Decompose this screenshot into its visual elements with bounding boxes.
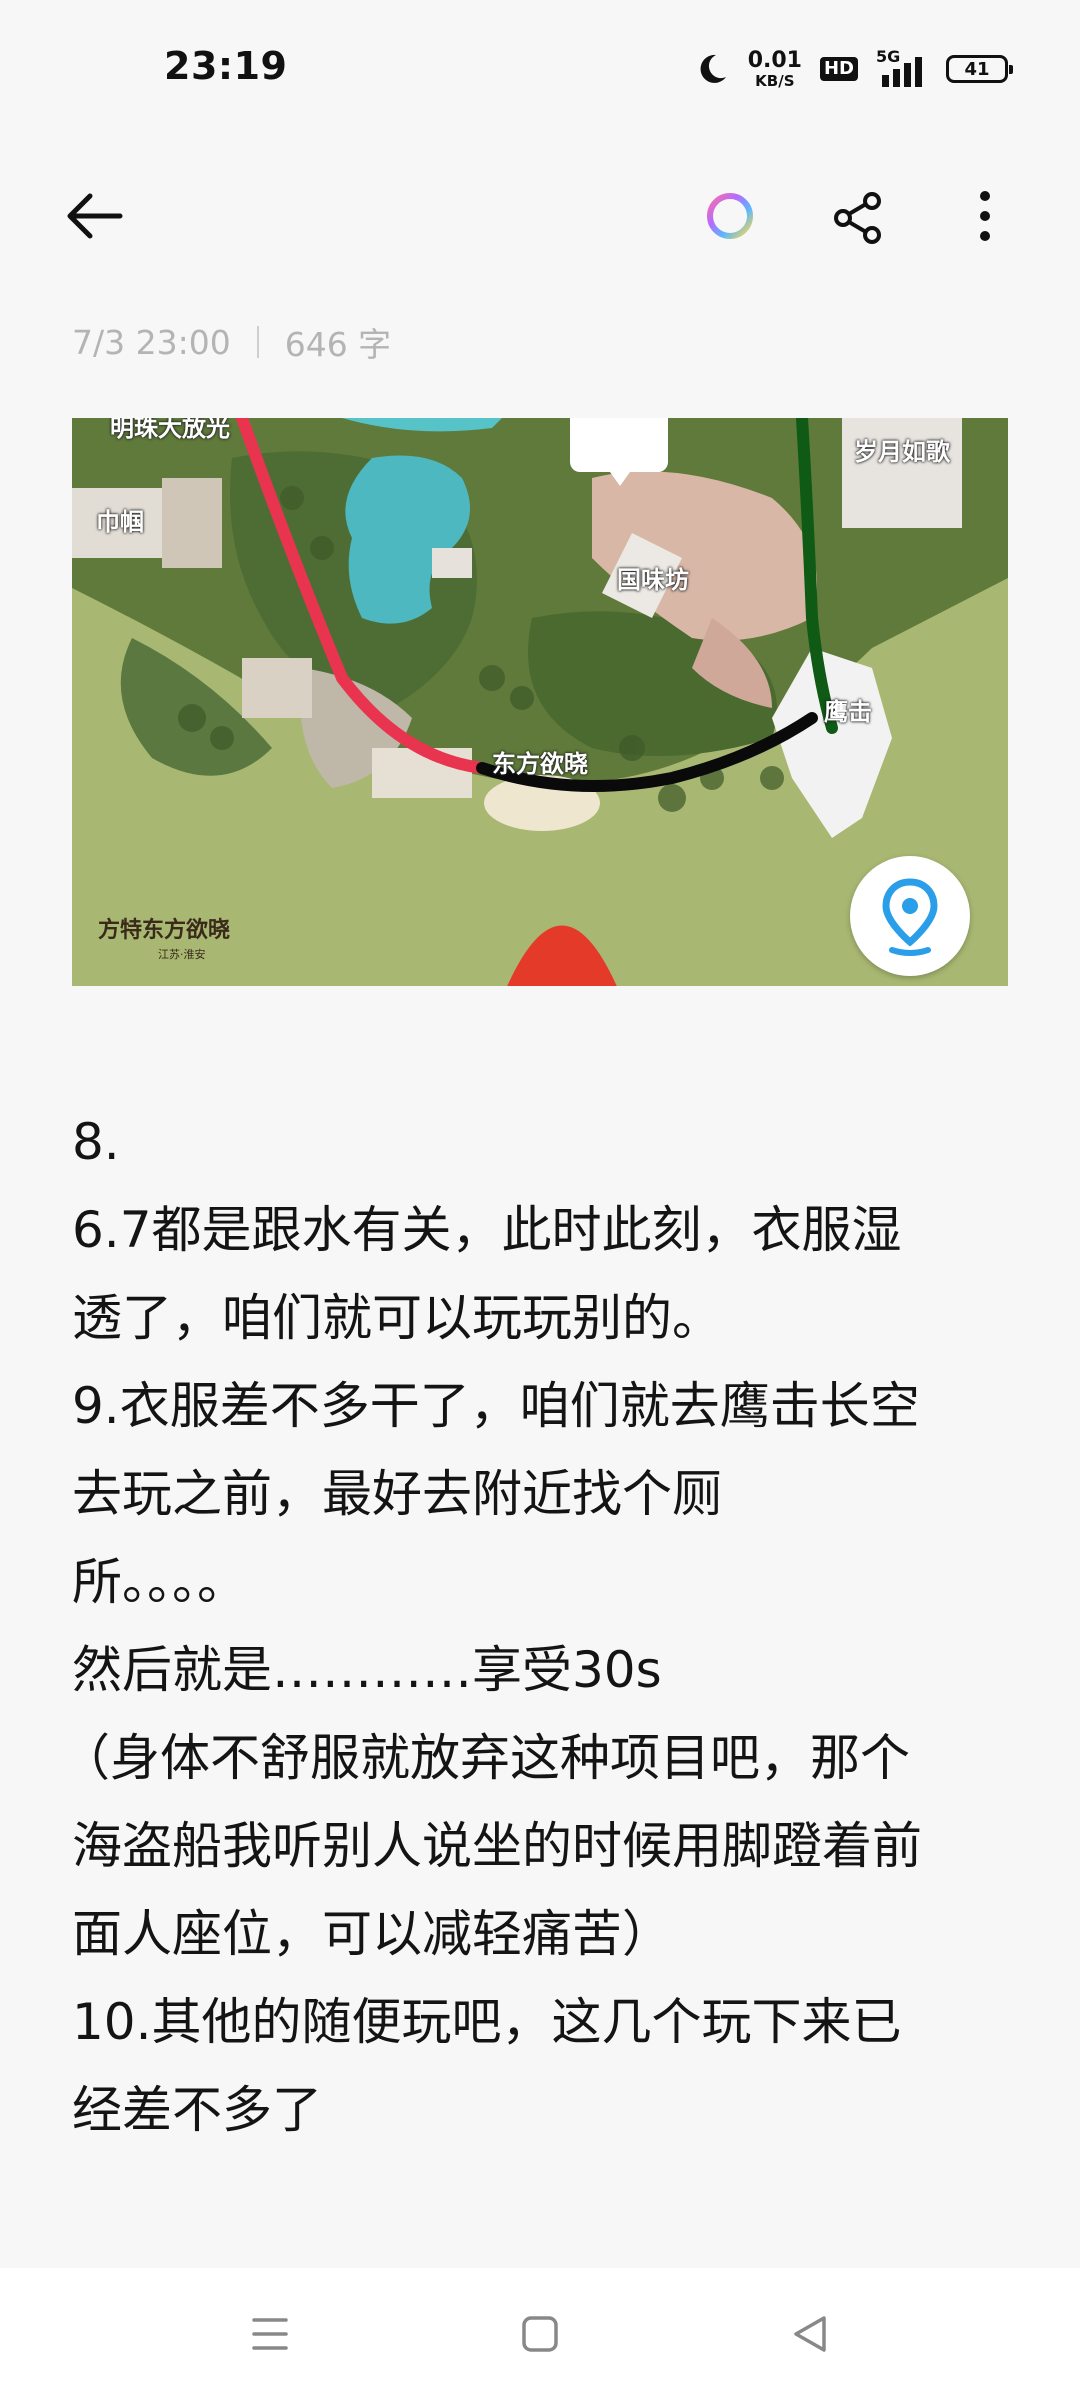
back-triangle-icon (794, 2316, 826, 2352)
map-label-center: 国味坊 (617, 566, 689, 594)
word-count: 646 字 (284, 325, 392, 364)
map-label-bottom-center: 东方欲晓 (492, 750, 588, 778)
note-line: 10.其他的随便玩吧，这几个玩下来已 (72, 1993, 902, 2051)
note-body[interactable]: 8. 6.7都是跟水有关，此时此刻，衣服湿 透了，咱们就可以玩玩别的。 9.衣服… (60, 1098, 1012, 2154)
meta-divider (256, 326, 259, 358)
map-label-top-right: 岁月如歌 (854, 438, 950, 466)
map-marker-bubble[interactable] (570, 418, 668, 486)
note-line: 所。。。。 (72, 1553, 247, 1611)
signal-icon: 5G (876, 47, 928, 89)
color-ring-icon (707, 193, 753, 239)
network-speed: 0.01 KB/S (747, 47, 802, 90)
recent-apps-button[interactable] (248, 2312, 292, 2356)
toolbar (0, 160, 1080, 270)
status-indicators: 0.01 KB/S HD 5G 41 (694, 44, 1013, 94)
note-line: 面人座位，可以减轻痛苦） (72, 1905, 672, 1963)
home-button[interactable] (518, 2312, 562, 2356)
battery-level: 41 (964, 58, 990, 80)
location-pin-icon (882, 878, 938, 956)
more-vertical-icon (980, 191, 990, 241)
home-square-icon (522, 2316, 558, 2352)
network-speed-unit: KB/S (755, 71, 795, 90)
battery-icon: 41 (946, 55, 1013, 83)
back-arrow-icon (67, 193, 123, 239)
system-nav-bar (0, 2268, 1080, 2400)
park-logo-text: 方特东方欲晓 (98, 917, 231, 943)
moon-icon (694, 51, 730, 87)
note-meta: 7/3 23:00 646 字 (72, 318, 391, 366)
status-time: 23:19 (164, 44, 288, 88)
park-logo-subtitle: 江苏·淮安 (158, 948, 206, 961)
note-line: 9.衣服差不多干了，咱们就去鹰击长空 (72, 1377, 920, 1435)
note-line: 8. (72, 1113, 120, 1171)
note-line: 海盗船我听别人说坐的时候用脚蹬着前 (72, 1817, 922, 1875)
note-line: 然后就是…………享受30s (72, 1641, 662, 1699)
hd-icon: HD (819, 57, 858, 81)
menu-icon (252, 2318, 288, 2350)
share-icon (834, 192, 881, 244)
status-bar: 23:19 0.01 KB/S HD 5G 41 (0, 0, 1080, 140)
color-theme-button[interactable] (704, 190, 756, 242)
park-map-image[interactable]: 明珠大放光 巾帼 国味坊 岁月如歌 鹰击 东方欲晓 方特东方欲晓 江苏·淮安 (72, 418, 1008, 986)
map-label-left: 巾帼 (96, 508, 144, 536)
map-location-button[interactable] (850, 856, 970, 976)
back-button[interactable] (62, 188, 126, 244)
note-line: 6.7都是跟水有关，此时此刻，衣服湿 (72, 1201, 902, 1259)
note-line: 经差不多了 (72, 2081, 322, 2139)
note-datetime: 7/3 23:00 (72, 322, 231, 362)
note-line: （身体不舒服就放弃这种项目吧，那个 (60, 1729, 910, 1787)
system-back-button[interactable] (788, 2312, 832, 2356)
share-button[interactable] (830, 190, 886, 246)
map-label-top-left: 明珠大放光 (110, 418, 230, 442)
more-options-button[interactable] (968, 188, 1002, 244)
map-label-right: 鹰击 (824, 698, 872, 726)
network-speed-value: 0.01 (747, 47, 802, 73)
note-line: 透了，咱们就可以玩玩别的。 (72, 1289, 722, 1347)
note-line: 去玩之前，最好去附近找个厕 (72, 1465, 722, 1523)
